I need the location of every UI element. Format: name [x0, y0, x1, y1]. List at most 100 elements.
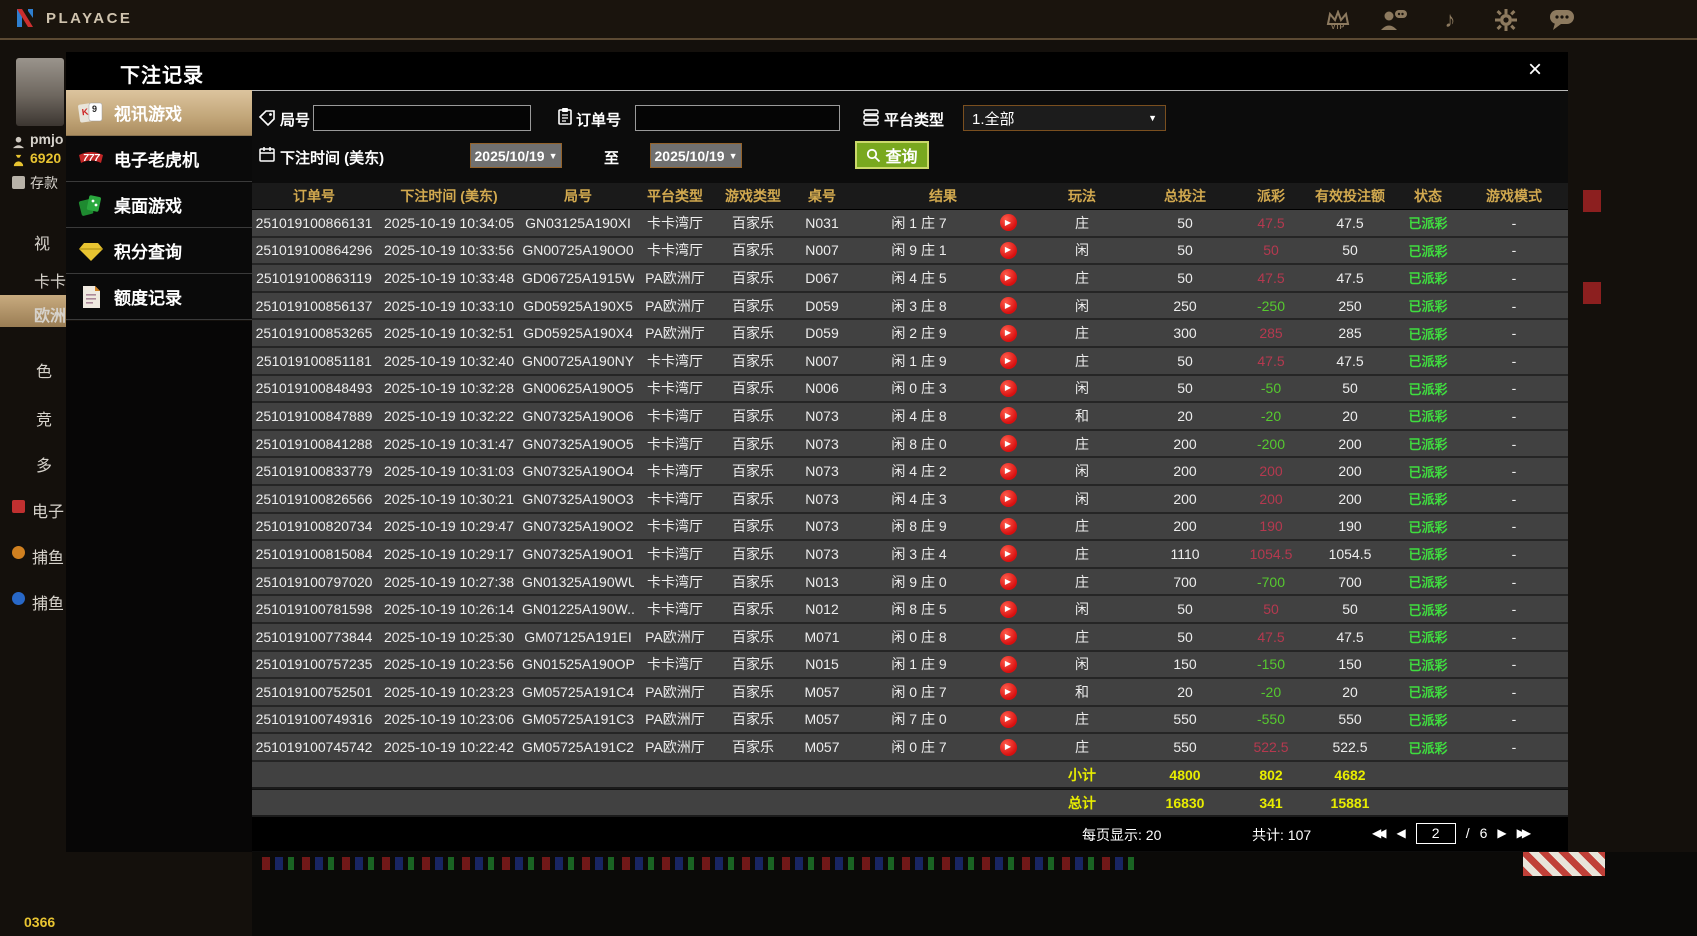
tab-points-query[interactable]: 积分查询	[66, 228, 252, 274]
play-button[interactable]: ▶	[999, 297, 1017, 315]
cell-total-bet: 50	[1177, 269, 1193, 286]
total-count-value: 107	[1287, 826, 1312, 843]
tab-label: 积分查询	[114, 243, 182, 262]
cell-round-number: GD06725A1915W	[522, 269, 634, 286]
cell-table-number: M057	[804, 739, 840, 756]
cell-table-number: M057	[804, 683, 840, 700]
vip-icon[interactable]: VIP	[1323, 4, 1353, 36]
round-input[interactable]	[313, 105, 531, 131]
play-button[interactable]: ▶	[999, 738, 1017, 756]
play-button[interactable]: ▶	[999, 628, 1017, 646]
cell-total-bet: 50	[1177, 380, 1193, 397]
play-button[interactable]: ▶	[999, 462, 1017, 480]
cell-replay: ▶	[984, 517, 1032, 535]
play-button[interactable]: ▶	[999, 573, 1017, 591]
settings-gear-icon[interactable]	[1491, 4, 1521, 36]
play-button[interactable]: ▶	[999, 517, 1017, 535]
tab-slots[interactable]: 777 电子老虎机	[66, 136, 252, 182]
platform-select[interactable]: 1.全部 ▼	[963, 105, 1166, 131]
order-input[interactable]	[635, 105, 840, 131]
cell-valid-bet: 200	[1338, 463, 1362, 480]
lobby-frag-dianzi: 电子	[32, 504, 65, 521]
cell-order-number: 251019100745742	[255, 739, 373, 756]
cell-replay: ▶	[984, 435, 1032, 453]
cell-game-type: 百家乐	[732, 325, 774, 342]
cell-total-bet: 200	[1173, 490, 1197, 507]
playace-logo[interactable]: PLAYACE	[14, 7, 132, 29]
cell-bet-time: 2025-10-19 10:26:14	[384, 601, 514, 618]
last-page-icon[interactable]: ▶▶	[1517, 826, 1532, 840]
modal-header: 下注记录 ×	[66, 52, 1568, 90]
date-to-picker[interactable]: 2025/10/19 ▼	[650, 143, 742, 168]
cell-result: 闲 1 庄 7	[891, 214, 947, 231]
cell-game-type: 百家乐	[732, 380, 774, 397]
cell-game-mode: -	[1511, 435, 1517, 452]
play-button[interactable]: ▶	[999, 379, 1017, 397]
cell-bet-time: 2025-10-19 10:31:47	[384, 435, 514, 452]
tab-video-games[interactable]: K 9 视讯游戏	[66, 90, 264, 136]
cell-platform: PA欧洲厅	[645, 683, 705, 700]
person-chat-icon	[1381, 10, 1407, 30]
cell-result: 闲 1 庄 9	[891, 352, 947, 369]
cell-payout: -700	[1256, 573, 1286, 590]
play-button[interactable]: ▶	[999, 352, 1017, 370]
cell-result: 闲 7 庄 0	[891, 711, 947, 728]
play-button[interactable]: ▶	[999, 324, 1017, 342]
cell-bet-time: 2025-10-19 10:32:51	[384, 325, 514, 342]
cell-table-number: M057	[804, 711, 840, 728]
tab-quota-records[interactable]: 额度记录	[66, 274, 252, 320]
cell-bet-time: 2025-10-19 10:23:23	[384, 683, 514, 700]
chat-icon[interactable]	[1547, 4, 1577, 36]
prev-page-icon[interactable]: ◀	[1396, 826, 1405, 840]
music-icon[interactable]: ♪	[1435, 4, 1465, 36]
playace-logo-icon	[17, 9, 33, 27]
lobby-frag-code: 0366	[24, 914, 56, 930]
play-button[interactable]: ▶	[999, 269, 1017, 287]
col-header-game-mode: 游戏模式	[1486, 188, 1542, 204]
first-page-icon[interactable]: ◀◀	[1372, 826, 1387, 840]
play-button[interactable]: ▶	[999, 683, 1017, 701]
table-row: 251019100757235 2025-10-19 10:23:56 GN01…	[252, 651, 1568, 680]
cell-bet-type: 闲	[1075, 656, 1089, 673]
table-row: 251019100749316 2025-10-19 10:23:06 GM05…	[252, 706, 1568, 735]
cell-order-number: 251019100749316	[255, 711, 373, 728]
cell-valid-bet: 47.5	[1336, 214, 1364, 231]
cell-round-number: GD05925A190X5	[523, 297, 633, 314]
cell-status: 已派彩	[1408, 740, 1448, 756]
cell-bet-time: 2025-10-19 10:32:28	[384, 380, 514, 397]
date-from-picker[interactable]: 2025/10/19 ▼	[470, 143, 562, 168]
lobby-frag-fish1: 捕鱼	[32, 550, 65, 567]
play-button[interactable]: ▶	[999, 490, 1017, 508]
customer-service-icon[interactable]	[1379, 4, 1409, 36]
next-page-icon[interactable]: ▶	[1497, 826, 1506, 840]
play-button[interactable]: ▶	[999, 435, 1017, 453]
play-button[interactable]: ▶	[999, 655, 1017, 673]
tab-label: 桌面游戏	[114, 197, 182, 216]
col-header-round: 局号	[564, 188, 592, 204]
chat-bubble-icon	[1550, 10, 1574, 30]
close-icon[interactable]: ×	[1528, 56, 1542, 84]
tab-table-games[interactable]: 桌面游戏	[66, 182, 252, 228]
cell-table-number: N073	[805, 545, 839, 562]
play-button[interactable]: ▶	[999, 545, 1017, 563]
cell-order-number: 251019100864296	[255, 242, 373, 259]
table-row: 251019100820734 2025-10-19 10:29:47 GN07…	[252, 513, 1568, 542]
tab-label: 额度记录	[114, 289, 182, 308]
cell-round-number: GN03125A190XI	[525, 214, 631, 231]
cell-order-number: 251019100752501	[255, 683, 373, 700]
page-input[interactable]: 2	[1415, 822, 1456, 844]
play-button[interactable]: ▶	[999, 241, 1017, 259]
cell-platform: PA欧洲厅	[645, 297, 705, 314]
cell-result: 闲 4 庄 3	[891, 490, 947, 507]
play-button[interactable]: ▶	[999, 710, 1017, 728]
cell-total-bet: 50	[1177, 352, 1193, 369]
play-button[interactable]: ▶	[999, 407, 1017, 425]
lobby-frag-jing: 竞	[36, 412, 53, 429]
table-row: 251019100773844 2025-10-19 10:25:30 GM07…	[252, 623, 1568, 652]
cell-total-bet: 50	[1177, 628, 1193, 645]
play-button[interactable]: ▶	[999, 600, 1017, 618]
cell-total-bet: 200	[1173, 518, 1197, 535]
play-button[interactable]: ▶	[999, 214, 1017, 232]
search-button[interactable]: 查询	[855, 141, 929, 169]
subtotal-valid: 4682	[1334, 766, 1366, 783]
